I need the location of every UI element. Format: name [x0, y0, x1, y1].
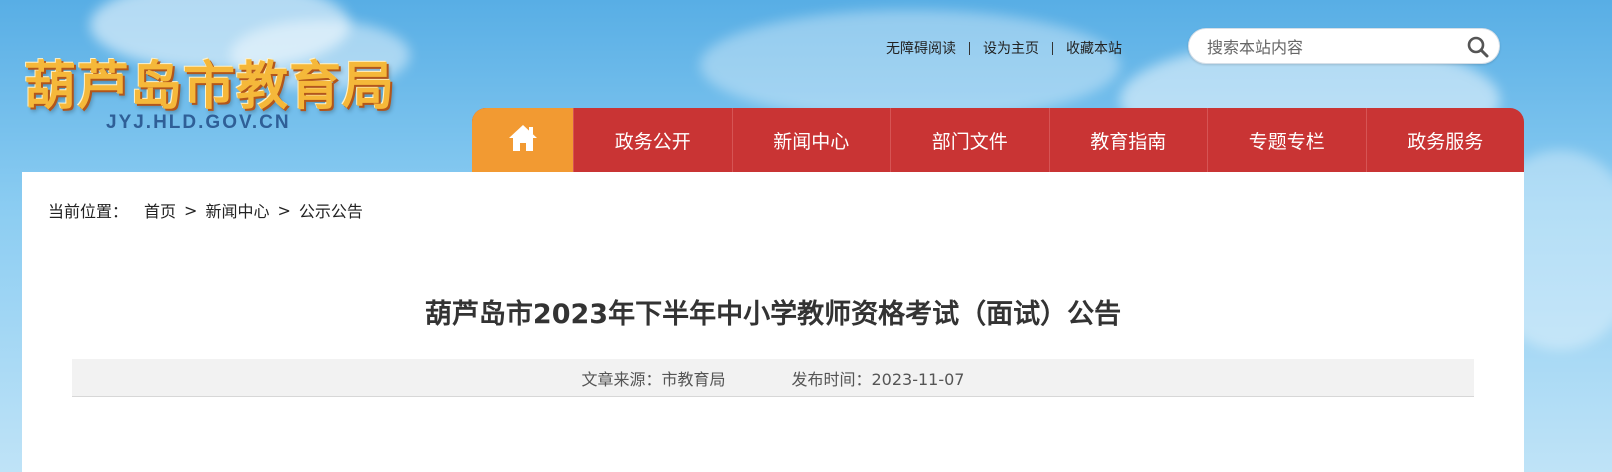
article-meta-bar: 文章来源：市教育局 发布时间：2023-11-07: [72, 359, 1474, 397]
article-source: 文章来源：市教育局: [581, 369, 726, 389]
breadcrumb-news-center[interactable]: 新闻中心: [205, 198, 269, 222]
main-nav: 政务公开 新闻中心 部门文件 教育指南 专题专栏 政务服务: [472, 108, 1524, 172]
breadcrumb-announcements[interactable]: 公示公告: [299, 198, 363, 222]
accessibility-link[interactable]: 无障碍阅读: [886, 38, 956, 58]
search-input[interactable]: [1207, 36, 1457, 58]
nav-home-button[interactable]: [472, 108, 573, 172]
breadcrumb-prefix: 当前位置：: [48, 202, 129, 221]
site-logo-title[interactable]: 葫芦岛市教育局: [24, 44, 395, 119]
top-links: 无障碍阅读 设为主页 收藏本站: [886, 38, 1122, 58]
breadcrumb: 当前位置： 首页 > 新闻中心 > 公示公告: [48, 198, 363, 222]
nav-item-department-files[interactable]: 部门文件: [890, 108, 1049, 172]
divider: [1052, 41, 1053, 55]
divider: [969, 41, 970, 55]
article-title: 葫芦岛市2023年下半年中小学教师资格考试（面试）公告: [424, 299, 1122, 330]
search-box: [1188, 28, 1500, 64]
site-header: 葫芦岛市教育局 JYJ.HLD.GOV.CN 无障碍阅读 设为主页 收藏本站 政…: [0, 0, 1612, 172]
home-icon: [508, 124, 538, 156]
breadcrumb-separator: >: [184, 200, 198, 220]
nav-item-government-affairs[interactable]: 政务公开: [573, 108, 732, 172]
nav-item-government-services[interactable]: 政务服务: [1365, 108, 1525, 172]
bookmark-link[interactable]: 收藏本站: [1066, 38, 1122, 58]
article-date: 发布时间：2023-11-07: [791, 369, 965, 389]
search-icon[interactable]: [1467, 36, 1489, 58]
nav-item-special-topics[interactable]: 专题专栏: [1207, 108, 1366, 172]
nav-item-education-guide[interactable]: 教育指南: [1048, 108, 1208, 172]
site-domain: JYJ.HLD.GOV.CN: [106, 112, 291, 133]
nav-item-news-center[interactable]: 新闻中心: [731, 108, 891, 172]
breadcrumb-separator: >: [277, 200, 291, 220]
main-content: 当前位置： 首页 > 新闻中心 > 公示公告 葫芦岛市2023年下半年中小学教师…: [22, 172, 1524, 472]
set-homepage-link[interactable]: 设为主页: [983, 38, 1039, 58]
breadcrumb-home[interactable]: 首页: [144, 198, 176, 222]
